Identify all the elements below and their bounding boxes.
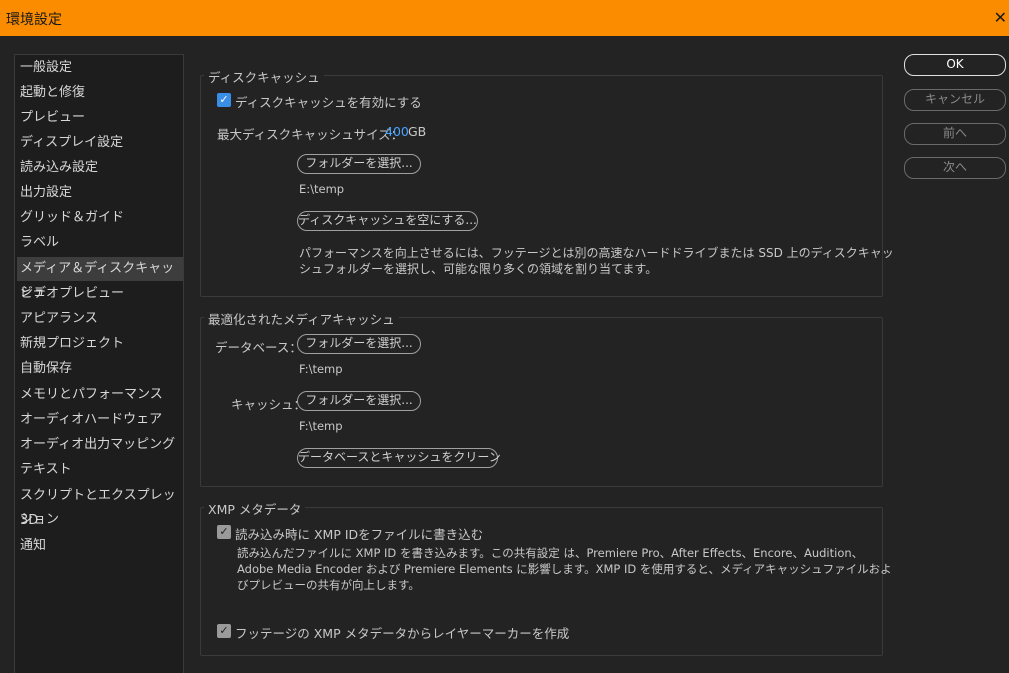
disk-cache-description-line1: パフォーマンスを向上させるには、フッテージとは別の高速なハードドライブまたは S… — [299, 246, 894, 260]
max-cache-size-value[interactable]: 400 — [385, 124, 409, 139]
sidebar-item-output[interactable]: 出力設定 — [17, 181, 183, 205]
write-xmp-id-label: 読み込み時に XMP IDをファイルに書き込む — [235, 527, 484, 542]
sidebar-item-video-preview[interactable]: ビデオプレビュー — [17, 282, 183, 306]
sidebar-item-startup-repair[interactable]: 起動と修復 — [17, 81, 183, 105]
cache-label: キャッシュ： — [231, 397, 307, 412]
cache-select-folder-button[interactable]: フォルダーを選択... — [297, 391, 421, 411]
disk-cache-select-folder-button[interactable]: フォルダーを選択... — [297, 154, 421, 174]
max-cache-size-label: 最大ディスクキャッシュサイズ： — [217, 127, 404, 142]
enable-disk-cache-checkbox[interactable]: ✓ — [217, 93, 231, 107]
sidebar-item-notifications[interactable]: 通知 — [17, 534, 183, 558]
empty-disk-cache-button[interactable]: ディスクキャッシュを空にする... — [297, 211, 478, 231]
sidebar-item-audio-hardware[interactable]: オーディオハードウェア — [17, 408, 183, 432]
sidebar-item-audio-output-mapping[interactable]: オーディオ出力マッピング — [17, 433, 183, 457]
enable-disk-cache-label: ディスクキャッシュを有効にする — [235, 95, 422, 110]
sidebar-item-preview[interactable]: プレビュー — [17, 106, 183, 130]
sidebar-item-auto-save[interactable]: 自動保存 — [17, 357, 183, 381]
write-xmp-id-description-line2: Adobe Media Encoder および Premiere Element… — [237, 562, 892, 576]
title-bar: 環境設定 ✕ — [0, 0, 1009, 36]
sidebar-item-3d[interactable]: 3D — [17, 509, 183, 533]
write-xmp-id-description-line3: びプレビューの共有が向上します。 — [237, 578, 420, 592]
database-path: F:\temp — [299, 362, 343, 376]
write-xmp-id-description-line1: 読み込んだファイルに XMP ID を書き込みます。この共有設定 は、Premi… — [237, 546, 864, 560]
ok-button[interactable]: OK — [904, 54, 1006, 76]
category-list: 一般設定 起動と修復 プレビュー ディスプレイ設定 読み込み設定 出力設定 グリ… — [14, 54, 184, 673]
previous-button[interactable]: 前へ — [904, 123, 1006, 145]
xmp-metadata-title: XMP メタデータ — [204, 499, 306, 518]
disk-cache-title: ディスクキャッシュ — [204, 67, 324, 86]
media-cache-title: 最適化されたメディアキャッシュ — [204, 309, 399, 328]
sidebar-item-text[interactable]: テキスト — [17, 458, 183, 482]
clean-database-cache-button[interactable]: データベースとキャッシュをクリーン — [297, 448, 501, 468]
cache-path: F:\temp — [299, 419, 343, 433]
sidebar-item-import[interactable]: 読み込み設定 — [17, 156, 183, 180]
sidebar-item-grids-guides[interactable]: グリッド＆ガイド — [17, 206, 183, 230]
sidebar-item-appearance[interactable]: アピアランス — [17, 307, 183, 331]
cancel-button[interactable]: キャンセル — [904, 89, 1006, 111]
disk-cache-description-line2: シュフォルダーを選択し、可能な限り多くの領域を割り当てます。 — [299, 262, 658, 276]
sidebar-item-general[interactable]: 一般設定 — [17, 56, 183, 80]
disk-cache-folder-path: E:\temp — [299, 182, 345, 196]
database-label: データベース： — [215, 340, 302, 355]
sidebar-item-display[interactable]: ディスプレイ設定 — [17, 131, 183, 155]
sidebar-item-labels[interactable]: ラベル — [17, 231, 183, 255]
layer-markers-checkbox[interactable]: ✓ — [217, 624, 231, 638]
sidebar-item-memory-performance[interactable]: メモリとパフォーマンス — [17, 383, 183, 407]
sidebar-item-scripts-expressions[interactable]: スクリプトとエクスプレッション — [17, 484, 183, 527]
layer-markers-label: フッテージの XMP メタデータからレイヤーマーカーを作成 — [235, 626, 570, 641]
sidebar-item-media-disk-cache[interactable]: メディア＆ディスクキャッシュ — [17, 257, 183, 300]
database-select-folder-button[interactable]: フォルダーを選択... — [297, 334, 421, 354]
sidebar-item-new-project[interactable]: 新規プロジェクト — [17, 332, 183, 356]
close-icon[interactable]: ✕ — [994, 8, 1007, 27]
window-title: 環境設定 — [6, 12, 62, 28]
max-cache-size-unit: GB — [408, 124, 427, 139]
write-xmp-id-checkbox[interactable]: ✓ — [217, 525, 231, 539]
next-button[interactable]: 次へ — [904, 157, 1006, 179]
